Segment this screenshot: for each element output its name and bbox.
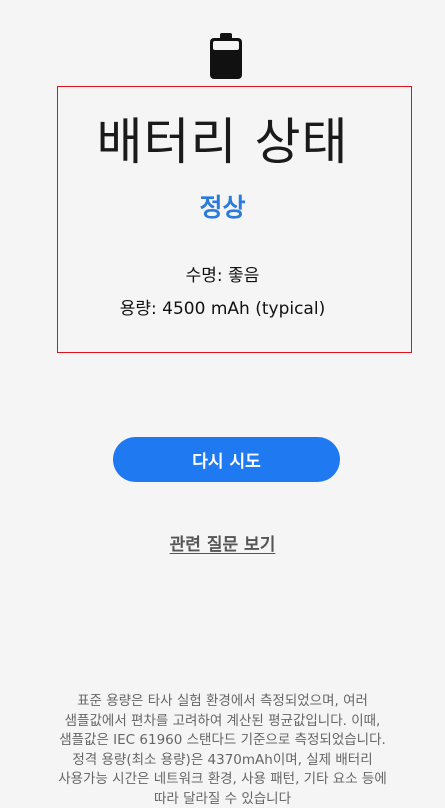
battery-level-gap bbox=[213, 41, 239, 50]
disclaimer-text: 표준 용량은 타사 실험 환경에서 측정되었으며, 여러 샘플값에서 편차를 고… bbox=[30, 692, 415, 808]
battery-status-value: 정상 bbox=[199, 193, 246, 222]
battery-capacity-text: 용량: 4500 mAh (typical) bbox=[119, 299, 326, 319]
battery-icon bbox=[210, 33, 242, 79]
page-title: 배터리 상태 bbox=[96, 113, 349, 171]
battery-status-screen: 배터리 상태 정상 수명: 좋음 용량: 4500 mAh (typical) … bbox=[0, 0, 445, 808]
disclaimer-line: 정격 용량(최소 용량)은 4370mAh이며, 실제 배터리 bbox=[72, 751, 373, 768]
retry-button[interactable]: 다시 시도 bbox=[113, 437, 340, 482]
related-questions-link[interactable]: 관련 질문 보기 bbox=[0, 530, 445, 555]
battery-life-text: 수명: 좋음 bbox=[185, 266, 260, 286]
disclaimer-line: 샘플값은 IEC 61960 스탠다드 기준으로 측정되었습니다. bbox=[59, 732, 386, 748]
disclaimer-line: 사용가능 시간은 네트워크 환경, 사용 패턴, 기타 요소 등에 bbox=[58, 771, 387, 787]
disclaimer-line: 샘플값에서 편차를 고려하여 계산된 평균값입니다. 이때, bbox=[64, 712, 381, 729]
disclaimer-line: 따라 달라질 수 있습니다 bbox=[153, 790, 292, 807]
disclaimer-line: 표준 용량은 타사 실험 환경에서 측정되었으며, 여러 bbox=[77, 693, 368, 709]
